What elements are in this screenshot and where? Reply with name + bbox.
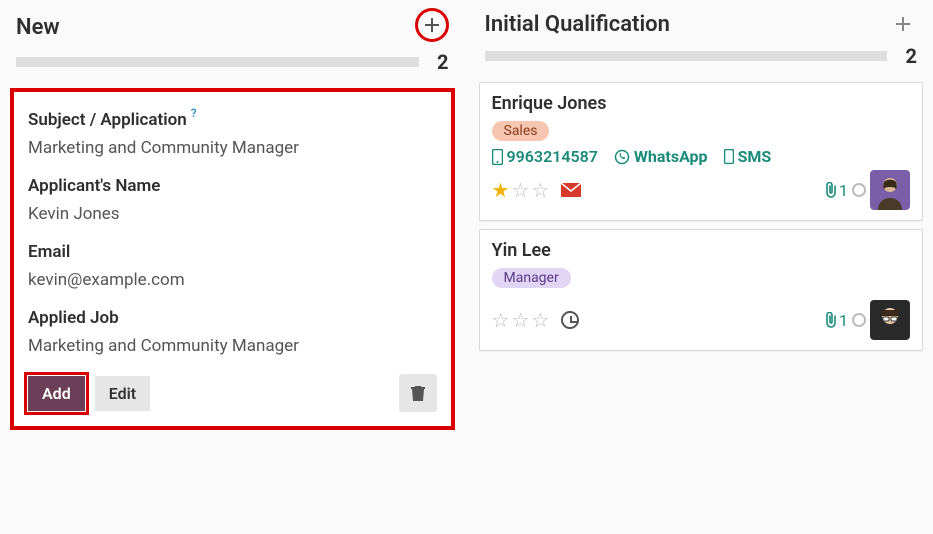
avatar[interactable]	[870, 170, 910, 210]
card-title: Yin Lee	[492, 240, 911, 261]
mobile-icon	[724, 149, 734, 164]
column-title: Initial Qualification	[485, 12, 670, 37]
input-job[interactable]: Marketing and Community Manager	[28, 336, 437, 356]
column-header: New	[10, 10, 455, 44]
help-icon[interactable]: ?	[191, 106, 197, 120]
mobile-icon	[492, 149, 503, 165]
add-record-button[interactable]	[418, 11, 446, 39]
sms-label: SMS	[738, 147, 772, 166]
attachment-count: 1	[839, 311, 848, 330]
field-applicant-name: Applicant's Name Kevin Jones	[28, 176, 437, 224]
column-header: Initial Qualification	[479, 10, 924, 38]
priority-stars[interactable]: ★ ☆ ☆	[492, 178, 550, 202]
kanban-card[interactable]: Enrique Jones Sales 9963214587 WhatsApp …	[479, 82, 924, 221]
kanban-board: New 2 Subject / Application ? Marketing …	[10, 10, 923, 430]
progress-bar[interactable]	[16, 57, 419, 67]
paperclip-icon	[824, 312, 838, 328]
tag-manager[interactable]: Manager	[492, 268, 571, 288]
star-icon: ☆	[492, 308, 510, 332]
meta-row: ☆ ☆ ☆ 1	[492, 300, 911, 340]
delete-button[interactable]	[399, 374, 437, 412]
paperclip-icon	[824, 182, 838, 198]
whatsapp-link[interactable]: WhatsApp	[614, 147, 708, 166]
kanban-card[interactable]: Yin Lee Manager ☆ ☆ ☆ 1	[479, 229, 924, 351]
sms-link[interactable]: SMS	[724, 147, 772, 166]
state-dot[interactable]	[852, 313, 866, 327]
whatsapp-icon	[614, 149, 630, 165]
contact-row: 9963214587 WhatsApp SMS	[492, 147, 911, 166]
record-count: 2	[429, 50, 449, 74]
input-email[interactable]: kevin@example.com	[28, 270, 437, 290]
column-new: New 2 Subject / Application ? Marketing …	[10, 10, 455, 430]
highlight-circle	[415, 8, 449, 42]
column-initial-qualification: Initial Qualification 2 Enrique Jones Sa…	[479, 10, 924, 430]
star-icon: ☆	[531, 308, 549, 332]
card-right: 1	[824, 300, 910, 340]
input-subject[interactable]: Marketing and Community Manager	[28, 138, 437, 158]
label-text: Subject / Application	[28, 110, 187, 130]
attachment-indicator[interactable]: 1	[824, 311, 848, 330]
field-applied-job: Applied Job Marketing and Community Mana…	[28, 308, 437, 356]
priority-stars[interactable]: ☆ ☆ ☆	[492, 308, 550, 332]
label-name: Applicant's Name	[28, 176, 437, 196]
card-title: Enrique Jones	[492, 93, 911, 114]
field-subject: Subject / Application ? Marketing and Co…	[28, 110, 437, 158]
form-actions: Add Edit	[28, 374, 437, 412]
star-icon: ☆	[511, 178, 529, 202]
add-button[interactable]: Add	[28, 376, 85, 411]
add-record-button[interactable]	[889, 10, 917, 38]
label-job: Applied Job	[28, 308, 437, 328]
phone-link[interactable]: 9963214587	[492, 147, 598, 166]
clock-icon[interactable]	[561, 311, 579, 329]
trash-icon	[410, 384, 426, 402]
star-icon: ☆	[511, 308, 529, 332]
phone-number: 9963214587	[507, 147, 598, 166]
input-name[interactable]: Kevin Jones	[28, 204, 437, 224]
star-icon: ☆	[531, 178, 549, 202]
card-right: 1	[824, 170, 910, 210]
column-subheader: 2	[479, 44, 924, 68]
edit-button[interactable]: Edit	[95, 376, 150, 411]
meta-row: ★ ☆ ☆ 1	[492, 170, 911, 210]
quick-create-form: Subject / Application ? Marketing and Co…	[10, 88, 455, 430]
column-title: New	[16, 15, 60, 40]
column-subheader: 2	[10, 50, 455, 74]
tag-sales[interactable]: Sales	[492, 121, 550, 141]
envelope-icon[interactable]	[561, 183, 581, 197]
star-icon: ★	[492, 178, 510, 202]
whatsapp-label: WhatsApp	[634, 147, 708, 166]
attachment-indicator[interactable]: 1	[824, 181, 848, 200]
plus-icon	[424, 17, 440, 33]
attachment-count: 1	[839, 181, 848, 200]
field-email: Email kevin@example.com	[28, 242, 437, 290]
progress-bar[interactable]	[485, 51, 888, 61]
avatar[interactable]	[870, 300, 910, 340]
record-count: 2	[897, 44, 917, 68]
label-email: Email	[28, 242, 437, 262]
plus-icon	[895, 16, 911, 32]
label-subject: Subject / Application ?	[28, 110, 437, 130]
state-dot[interactable]	[852, 183, 866, 197]
